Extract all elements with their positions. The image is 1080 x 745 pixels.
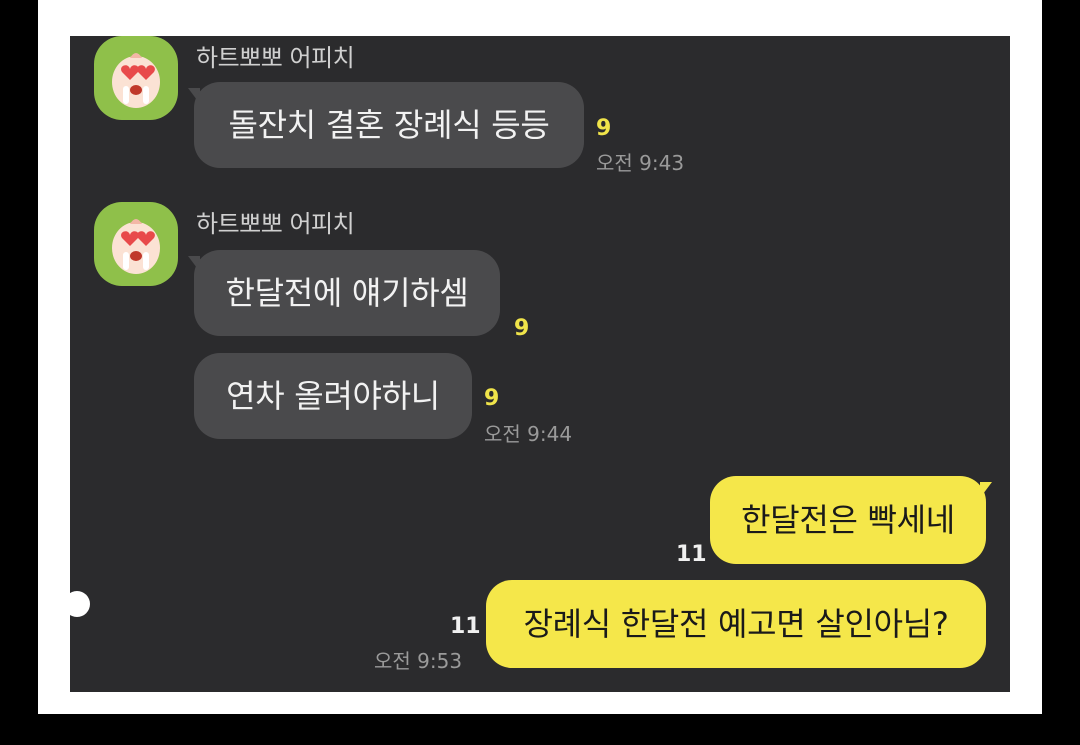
message-bubble[interactable]: 장례식 한달전 예고면 살인아님? bbox=[486, 580, 986, 668]
unread-count: 11 bbox=[676, 542, 707, 567]
decorative-dot bbox=[64, 591, 90, 617]
chat-panel[interactable]: 하트뽀뽀 어피치 돌잔치 결혼 장례식 등등 9 오전 9:43 하트뽀뽀 어피… bbox=[70, 36, 1010, 692]
message-bubble[interactable]: 한달전에 얘기하셈 bbox=[194, 250, 500, 336]
unread-count: 9 bbox=[484, 386, 500, 411]
message-time: 오전 9:44 bbox=[484, 422, 573, 446]
apeach-heart-eyes-icon bbox=[112, 53, 160, 108]
unread-count: 9 bbox=[514, 316, 530, 341]
bubble-tail bbox=[980, 482, 992, 498]
message-bubble[interactable]: 연차 올려야하니 bbox=[194, 353, 472, 439]
unread-count: 9 bbox=[596, 116, 612, 141]
unread-count: 11 bbox=[450, 614, 481, 639]
message-time: 오전 9:43 bbox=[596, 151, 685, 175]
message-bubble[interactable]: 한달전은 빡세네 bbox=[710, 476, 986, 564]
message-time: 오전 9:53 bbox=[374, 649, 463, 673]
sender-name: 하트뽀뽀 어피치 bbox=[196, 44, 355, 72]
message-bubble[interactable]: 돌잔치 결혼 장례식 등등 bbox=[194, 82, 584, 168]
sender-avatar[interactable] bbox=[94, 202, 178, 286]
sender-name: 하트뽀뽀 어피치 bbox=[196, 210, 355, 238]
apeach-heart-eyes-icon bbox=[112, 219, 160, 274]
sender-avatar[interactable] bbox=[94, 36, 178, 120]
